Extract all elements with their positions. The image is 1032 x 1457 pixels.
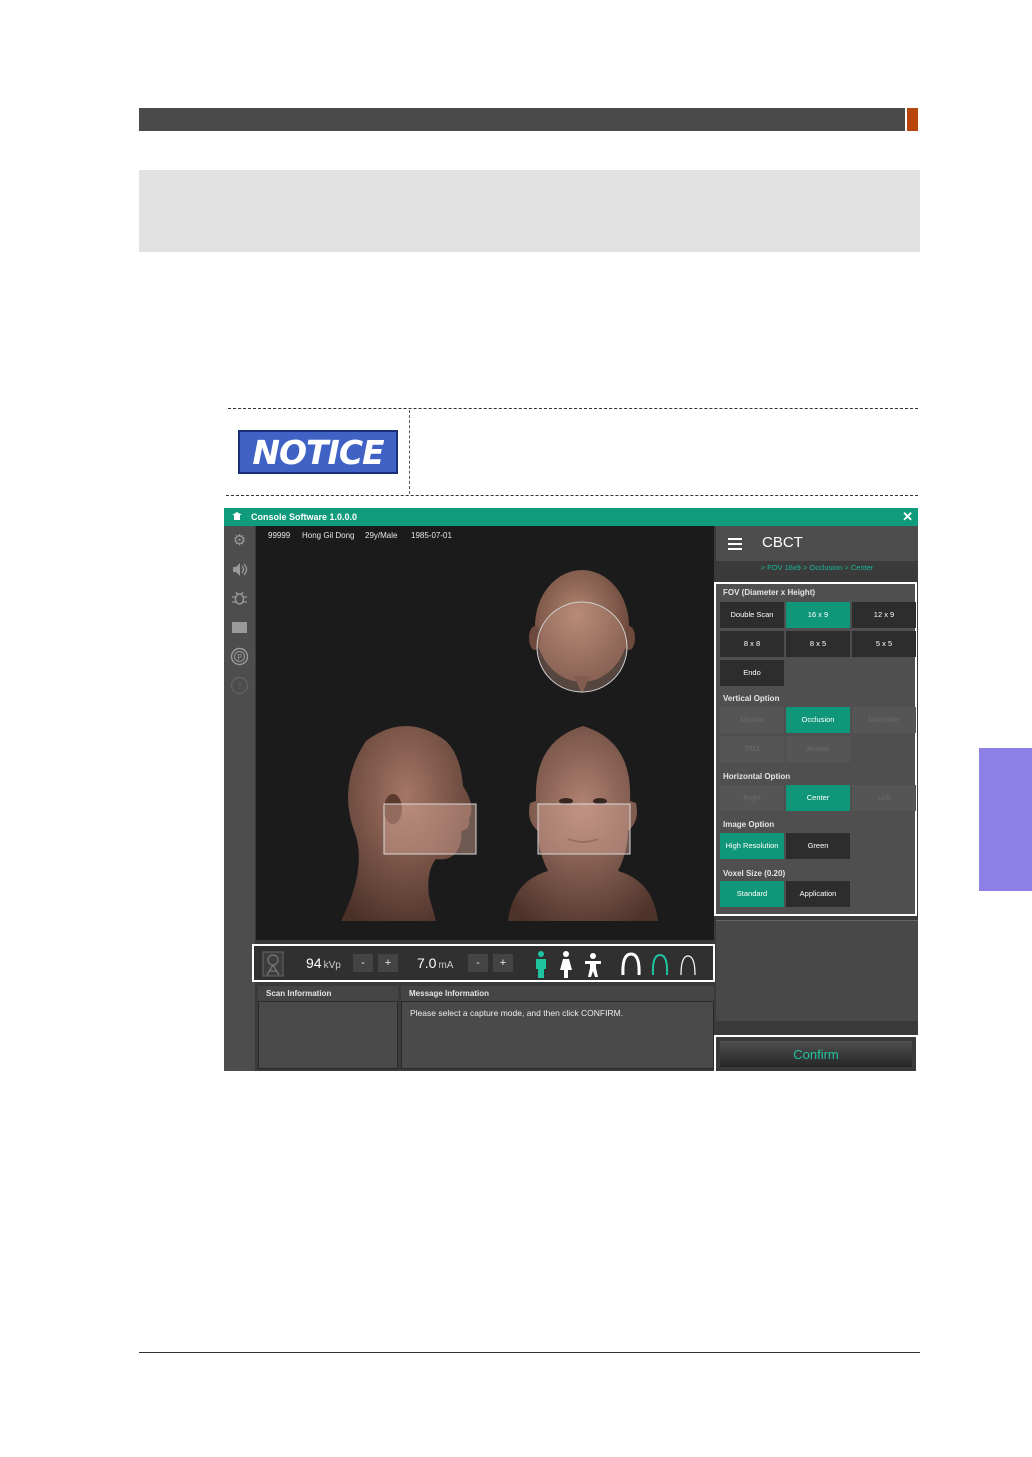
image-option-label: Image Option: [723, 820, 775, 829]
voxel-standard-button[interactable]: Standard: [720, 881, 784, 907]
message-text: Please select a capture mode, and then c…: [410, 1008, 624, 1018]
p-badge-icon[interactable]: P: [230, 647, 249, 666]
page-header-accent: [907, 108, 918, 131]
notice-divider-vertical: [409, 410, 410, 494]
chapter-side-tab: [979, 748, 1032, 891]
fov-label: FOV (Diameter x Height): [723, 588, 816, 597]
gear-icon[interactable]: ⚙: [230, 531, 249, 550]
page-header-bar: [139, 108, 905, 131]
section-title-box: [139, 170, 920, 252]
head-side-view: [341, 726, 477, 921]
window-title: Console Software 1.0.0.0: [251, 512, 358, 522]
ma-unit: mA: [438, 960, 454, 971]
message-info-panel: Please select a capture mode, and then c…: [401, 1001, 714, 1069]
message-info-label: Message Information: [401, 986, 714, 1001]
confirm-button[interactable]: Confirm: [720, 1041, 912, 1067]
fov-5x5-button[interactable]: 5 x 5: [852, 631, 916, 657]
ma-readout: 7.0 mA: [417, 955, 453, 971]
patient-id: 99999: [268, 531, 291, 540]
svg-text:P: P: [237, 653, 242, 662]
arch-large-icon[interactable]: [620, 952, 642, 976]
notice-divider-top: [228, 408, 918, 409]
close-icon[interactable]: ✕: [902, 508, 913, 526]
title-bar: Console Software 1.0.0.0 ✕: [224, 508, 918, 526]
scan-info-label: Scan Information: [258, 986, 398, 1001]
notice-divider-bottom: [226, 495, 918, 496]
vertical-mandible-button[interactable]: Mandible: [852, 707, 916, 733]
horizontal-left-button[interactable]: Left: [852, 785, 916, 811]
kvp-readout: 94 kVp: [306, 955, 341, 971]
patient-birthdate: 1985-07-01: [411, 531, 452, 540]
left-toolbar: ⚙ P ?: [224, 526, 255, 1071]
svg-text:?: ?: [237, 682, 242, 692]
vertical-occlusion-button[interactable]: Occlusion: [786, 707, 850, 733]
kvp-decrease-button[interactable]: -: [353, 954, 373, 972]
scan-info-panel: [258, 1001, 398, 1069]
ma-value: 7.0: [417, 955, 437, 971]
child-icon[interactable]: [584, 953, 602, 977]
horizontal-right-button[interactable]: Right: [720, 785, 784, 811]
folder-icon[interactable]: [230, 618, 249, 637]
vertical-airway-button[interactable]: Airway: [786, 736, 850, 762]
capture-options-panel: FOV (Diameter x Height) Double Scan 16 x…: [714, 582, 917, 916]
image-green-button[interactable]: Green: [786, 833, 850, 859]
head-top-view: [529, 570, 635, 694]
voxel-size-label: Voxel Size (0.20): [723, 869, 786, 878]
breadcrumb: > FOV 16x9 > Occlusion > Center: [716, 561, 918, 574]
patient-name: Hong Gil Dong: [302, 531, 355, 540]
bug-icon[interactable]: [230, 589, 249, 608]
fov-double-scan-button[interactable]: Double Scan: [720, 602, 784, 628]
vertical-tmj-button[interactable]: TMJ: [720, 736, 784, 762]
head-front-view: [508, 726, 658, 921]
ma-increase-button[interactable]: +: [493, 954, 513, 972]
kvp-value: 94: [306, 955, 322, 971]
radiation-icon: [262, 951, 284, 977]
footer-rule: [139, 1352, 920, 1353]
fov-8x5-button[interactable]: 8 x 5: [786, 631, 850, 657]
patient-age-sex: 29y/Male: [365, 531, 398, 540]
ma-decrease-button[interactable]: -: [468, 954, 488, 972]
notice-badge: NOTICE: [238, 430, 398, 474]
kvp-unit: kVp: [323, 960, 341, 971]
help-icon[interactable]: ?: [230, 676, 249, 695]
horizontal-option-label: Horizontal Option: [723, 772, 791, 781]
fov-endo-button[interactable]: Endo: [720, 660, 784, 686]
console-window: Console Software 1.0.0.0 ✕ ⚙ P ? 99999 H…: [224, 508, 918, 1071]
adult-female-icon[interactable]: [559, 950, 573, 978]
confirm-button-frame: Confirm: [714, 1035, 918, 1071]
app-logo-icon: [232, 512, 242, 520]
mode-title: CBCT: [762, 534, 803, 551]
exposure-control-bar: 94 kVp - + 7.0 mA - +: [252, 944, 715, 982]
image-high-resolution-button[interactable]: High Resolution: [720, 833, 784, 859]
fov-8x8-button[interactable]: 8 x 8: [720, 631, 784, 657]
fov-16x9-button[interactable]: 16 x 9: [786, 602, 850, 628]
mode-header: CBCT: [716, 526, 918, 561]
right-panel-spacer: [716, 920, 918, 1021]
speaker-icon[interactable]: [230, 560, 249, 579]
horizontal-center-button[interactable]: Center: [786, 785, 850, 811]
vertical-maxilla-button[interactable]: Maxilla: [720, 707, 784, 733]
menu-icon[interactable]: [728, 538, 742, 553]
arch-small-icon[interactable]: [679, 954, 697, 976]
arch-medium-icon[interactable]: [650, 953, 670, 976]
kvp-increase-button[interactable]: +: [378, 954, 398, 972]
vertical-option-label: Vertical Option: [723, 694, 780, 703]
fov-12x9-button[interactable]: 12 x 9: [852, 602, 916, 628]
adult-male-icon[interactable]: [534, 950, 548, 978]
head-preview-viewport: 99999 Hong Gil Dong 29y/Male 1985-07-01: [256, 526, 714, 940]
voxel-application-button[interactable]: Application: [786, 881, 850, 907]
